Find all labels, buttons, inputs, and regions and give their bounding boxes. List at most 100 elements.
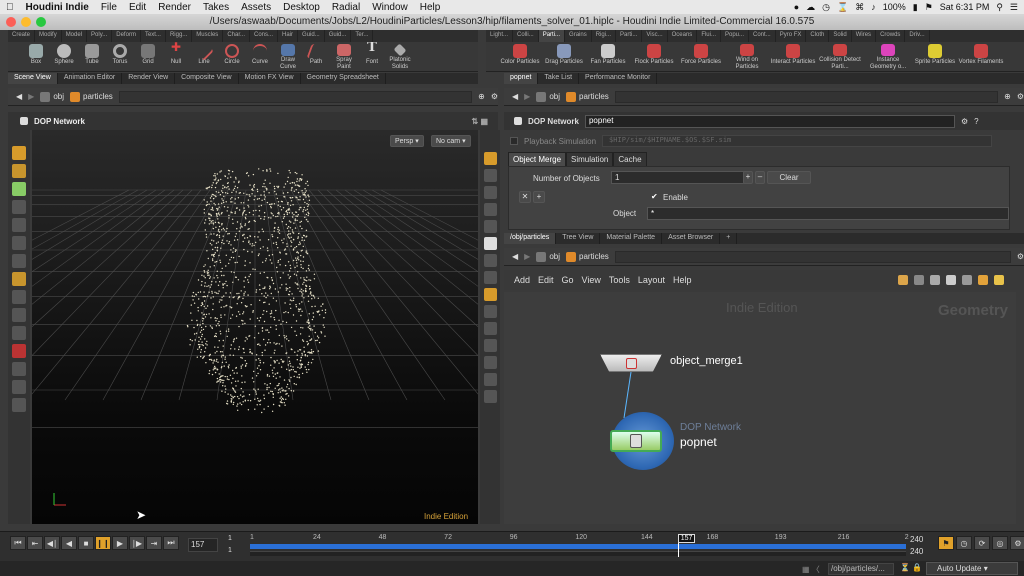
app-menu[interactable]: Houdini Indie [20, 2, 95, 13]
node-object-merge-label[interactable]: object_merge1 [670, 355, 743, 367]
back-arrow-icon[interactable]: ◀ [16, 92, 22, 101]
forward-arrow-icon[interactable]: ▶ [28, 92, 34, 101]
notifications-icon[interactable]: ☰ [1010, 2, 1018, 13]
gear-icon[interactable]: ⚙ [961, 117, 968, 126]
jump-start-button[interactable]: ⏮ [10, 536, 26, 550]
decrement-button[interactable]: – [755, 171, 765, 184]
display-flag-icon[interactable] [483, 390, 497, 403]
tool-spray-paint[interactable]: Spray Paint [330, 42, 358, 71]
loop-icon[interactable]: ⟳ [974, 536, 990, 550]
tool-sphere[interactable]: Sphere [50, 42, 78, 71]
image-icon[interactable] [930, 275, 940, 285]
menu-edit[interactable]: Edit [123, 2, 152, 13]
tab-popnet[interactable]: popnet [504, 73, 539, 84]
shelf-tab[interactable]: Modify [35, 30, 62, 42]
camera-icon[interactable] [12, 380, 26, 394]
menu-window[interactable]: Window [366, 2, 414, 13]
minimize-window-button[interactable] [21, 17, 31, 27]
tab-material-palette[interactable]: Material Palette [600, 233, 663, 244]
clock[interactable]: Sat 6:31 PM [940, 2, 990, 12]
scene-viewport[interactable]: Persp ▾ No cam ▾ Indie Edition ➤ [0, 130, 788, 524]
lock-icon[interactable] [483, 203, 497, 216]
zoom-window-button[interactable] [36, 17, 46, 27]
menu-file[interactable]: File [95, 2, 123, 13]
camera-button[interactable]: No cam ▾ [431, 135, 471, 147]
folder-icon[interactable] [994, 275, 1004, 285]
shelf-tab[interactable]: Hair [278, 30, 299, 42]
menu-radial[interactable]: Radial [326, 2, 366, 13]
tab-asset-browser[interactable]: Asset Browser [662, 233, 721, 244]
num-objects-field[interactable]: 1 [611, 171, 749, 184]
tool-curve[interactable]: Curve [246, 42, 274, 71]
tool-vortex-filaments[interactable]: Vortex Filaments [958, 42, 1004, 71]
menu-layout[interactable]: Layout [638, 275, 665, 285]
shelf-tab[interactable]: Ter... [351, 30, 374, 42]
lights-icon[interactable] [483, 186, 497, 199]
tool-drag-particles[interactable]: Drag Particles [542, 42, 586, 71]
grid-view-icon[interactable] [898, 275, 908, 285]
menu-assets[interactable]: Assets [235, 2, 277, 13]
pose-tool-icon[interactable] [12, 272, 26, 286]
tab-take-list[interactable]: Take List [538, 73, 580, 84]
wifi-icon[interactable]: ⌘ [855, 2, 864, 13]
path-particles[interactable]: particles [70, 91, 113, 102]
paint-tool-icon[interactable] [12, 182, 26, 196]
path-field[interactable] [614, 250, 1011, 263]
display-options-icon[interactable] [483, 152, 497, 165]
shelf-tab[interactable]: Parti... [538, 30, 566, 42]
path-particles[interactable]: particles [566, 251, 609, 262]
shelf-tab[interactable]: Visc... [642, 30, 668, 42]
gear-icon[interactable]: ⚙ [491, 92, 498, 101]
forward-arrow-icon[interactable]: ▶ [524, 92, 530, 101]
tool-collision-detect[interactable]: Collision Detect Parti... [816, 42, 864, 71]
gear-icon[interactable]: ⚙ [1017, 92, 1024, 101]
jump-end-button[interactable]: ⏭ [163, 536, 179, 550]
stop-button[interactable]: ■ [78, 536, 94, 550]
spotlight-icon[interactable]: ⚲ [996, 2, 1003, 13]
path-field[interactable] [614, 90, 999, 103]
menu-go[interactable]: Go [562, 275, 574, 285]
lock-icon[interactable]: 🔒 [912, 563, 922, 572]
teapot-icon[interactable] [12, 398, 26, 412]
tab-cache[interactable]: Cache [613, 152, 647, 167]
rotate-tool-icon[interactable] [12, 236, 26, 250]
cloud-icon[interactable]: ☁ [806, 2, 815, 13]
tab-motion-fx-view[interactable]: Motion FX View [239, 73, 301, 84]
shelf-tab[interactable]: Muscles [192, 30, 224, 42]
tool-torus[interactable]: Torus [106, 42, 134, 71]
tool-grid[interactable]: Grid [134, 42, 162, 71]
menu-help[interactable]: Help [673, 275, 692, 285]
shelf-tab[interactable]: Char... [223, 30, 250, 42]
scale-tool-icon[interactable] [12, 254, 26, 268]
magnet-icon[interactable] [12, 344, 26, 358]
add-instance-button[interactable]: + [533, 191, 545, 203]
tool-path[interactable]: Path [302, 42, 330, 71]
tab-object-merge[interactable]: Object Merge [508, 152, 567, 167]
point-display-icon[interactable] [483, 305, 497, 318]
select-visible-icon[interactable] [483, 288, 497, 301]
tab-render-view[interactable]: Render View [122, 73, 176, 84]
tab-geometry-spreadsheet[interactable]: Geometry Spreadsheet [301, 73, 386, 84]
visualizer-icon[interactable] [483, 339, 497, 352]
auto-update-dropdown[interactable]: Auto Update ▾ [926, 562, 1018, 575]
forward-arrow-icon[interactable]: ▶ [524, 252, 530, 261]
shelf-tab[interactable]: Driv... [905, 30, 930, 42]
back-arrow-icon[interactable]: ◀ [512, 92, 518, 101]
snap-prim-icon[interactable] [12, 308, 26, 322]
shelf-tab[interactable]: Text... [141, 30, 166, 42]
background-icon[interactable] [483, 271, 497, 284]
clear-button[interactable]: Clear [767, 171, 811, 184]
menu-tools[interactable]: Tools [609, 275, 630, 285]
wireframe-icon[interactable] [483, 254, 497, 267]
shelf-tab[interactable]: Grains [565, 30, 592, 42]
menu-render[interactable]: Render [152, 2, 197, 13]
bulb-icon[interactable] [483, 237, 497, 250]
snap-grid-icon[interactable] [12, 290, 26, 304]
increment-button[interactable]: + [743, 171, 753, 184]
node-popnet-label[interactable]: popnet [680, 435, 717, 449]
volume-icon[interactable]: ♪ [871, 2, 876, 12]
node-popnet[interactable] [610, 430, 662, 452]
path-particles[interactable]: particles [566, 91, 609, 102]
step-back-button[interactable]: ◀∣ [44, 536, 60, 550]
tool-platonic[interactable]: Platonic Solids [386, 42, 414, 71]
